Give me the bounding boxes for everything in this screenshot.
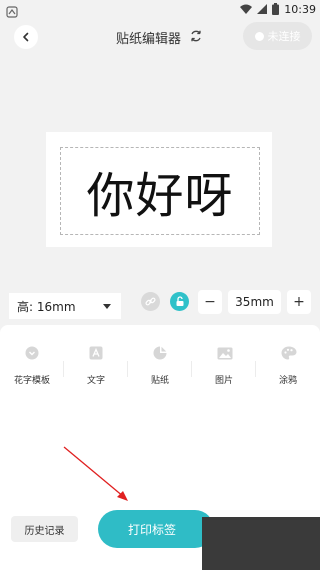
tool-template[interactable]: 花字模板 bbox=[6, 345, 58, 386]
tool-image[interactable]: 图片 bbox=[198, 345, 250, 386]
connect-label: 未连接 bbox=[267, 30, 301, 43]
sticker-text: 你好呀 bbox=[86, 168, 234, 224]
label-height-value: 高: 16mm bbox=[17, 299, 76, 314]
divider bbox=[63, 361, 64, 377]
editor-toolbar: 花字模板 文字 贴纸 图片 涂鸦 bbox=[0, 325, 320, 410]
tool-label: 花字模板 bbox=[13, 376, 50, 386]
page-title: 贴纸编辑器 bbox=[116, 32, 182, 47]
tool-label: 涂鸦 bbox=[278, 376, 297, 386]
status-bar: 10:39 bbox=[0, 0, 320, 18]
back-button[interactable] bbox=[14, 25, 38, 49]
connect-button[interactable]: 未连接 bbox=[243, 22, 312, 50]
tool-sticker[interactable]: 贴纸 bbox=[134, 345, 186, 386]
label-height-select[interactable]: 高: 16mm bbox=[9, 293, 121, 319]
unlock-icon[interactable] bbox=[170, 292, 189, 311]
notification-icon bbox=[6, 3, 18, 18]
image-icon bbox=[217, 345, 233, 360]
divider bbox=[191, 361, 192, 377]
template-icon bbox=[25, 345, 39, 360]
tool-label: 文字 bbox=[86, 376, 105, 386]
label-canvas: 你好呀 bbox=[46, 132, 272, 247]
history-button[interactable]: 历史记录 bbox=[11, 516, 78, 542]
page-title-group: 贴纸编辑器 bbox=[116, 28, 203, 47]
annotation-arrow bbox=[63, 446, 128, 501]
wifi-icon bbox=[240, 4, 253, 14]
tool-label: 图片 bbox=[214, 376, 233, 386]
text-sticker[interactable]: 你好呀 bbox=[60, 147, 260, 235]
link-icon[interactable] bbox=[141, 292, 160, 311]
width-increase-button[interactable]: + bbox=[287, 290, 311, 314]
dropdown-caret-icon bbox=[103, 304, 111, 309]
signal-icon bbox=[257, 4, 268, 14]
battery-icon bbox=[272, 3, 280, 15]
divider bbox=[255, 361, 256, 377]
tool-label: 贴纸 bbox=[150, 376, 169, 386]
chevron-left-icon bbox=[23, 32, 29, 42]
overlay-block bbox=[202, 517, 320, 570]
tool-doodle[interactable]: 涂鸦 bbox=[262, 345, 314, 386]
label-width-value[interactable]: 35mm bbox=[228, 290, 281, 314]
sticker-icon bbox=[153, 345, 167, 360]
width-decrease-button[interactable]: − bbox=[198, 290, 222, 314]
doodle-icon bbox=[281, 345, 297, 360]
clock-time: 10:39 bbox=[284, 2, 316, 16]
divider bbox=[127, 361, 128, 377]
status-icons: 10:39 bbox=[240, 2, 316, 16]
tool-text[interactable]: 文字 bbox=[70, 345, 122, 386]
connection-status-dot bbox=[254, 31, 264, 41]
print-label-button[interactable]: 打印标签 bbox=[98, 510, 214, 548]
text-icon bbox=[89, 345, 103, 360]
refresh-icon[interactable] bbox=[189, 28, 203, 47]
